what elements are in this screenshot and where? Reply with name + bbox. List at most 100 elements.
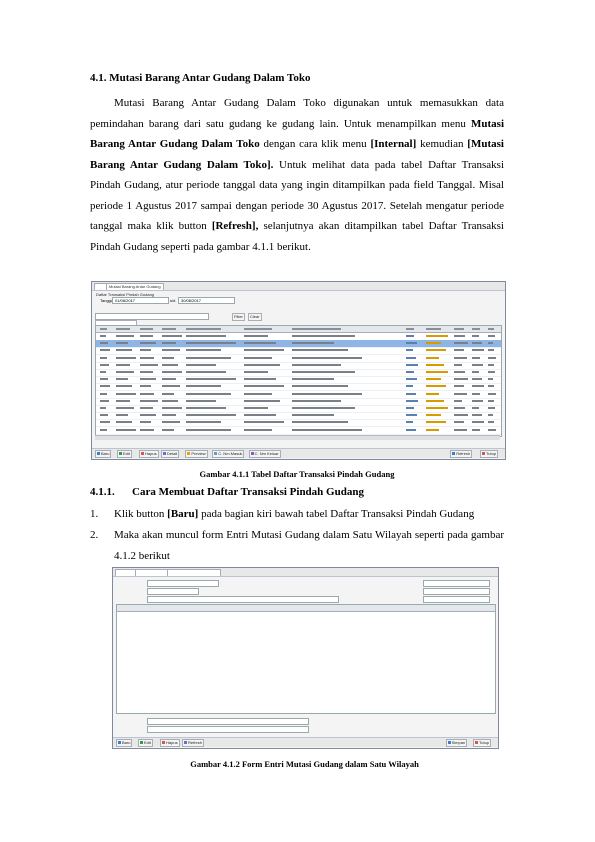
keterangan-field[interactable] xyxy=(147,596,339,603)
table-cell xyxy=(488,371,496,373)
search-field[interactable] xyxy=(95,313,209,320)
notes-field-2[interactable] xyxy=(147,726,309,733)
date-to-field[interactable]: 30/08/2017 xyxy=(178,297,235,304)
table-cell xyxy=(472,407,480,409)
table-cell xyxy=(454,428,467,431)
table-cell xyxy=(426,371,448,373)
table-cell xyxy=(406,399,418,402)
table-cell xyxy=(140,428,155,431)
no-transaksi-field[interactable] xyxy=(147,580,219,587)
table-row[interactable] xyxy=(96,427,501,435)
button-hapus[interactable]: Hapus xyxy=(160,739,180,747)
transaction-grid[interactable] xyxy=(95,325,502,437)
tab-mutasi[interactable]: Mutasi Barang Antar Gudang xyxy=(106,283,164,290)
button-icon xyxy=(184,741,187,745)
column-header[interactable] xyxy=(488,328,494,330)
tanggal-field[interactable] xyxy=(147,588,199,595)
table-cell xyxy=(162,335,182,337)
item-grid-header xyxy=(117,605,495,612)
table-cell xyxy=(244,407,268,409)
button-c-nm-masuk[interactable]: C. Nm Masuk xyxy=(212,450,245,458)
table-cell xyxy=(472,378,482,381)
table-cell xyxy=(140,421,151,424)
table-cell xyxy=(162,421,180,424)
table-cell xyxy=(406,371,415,373)
column-header[interactable] xyxy=(426,328,442,330)
column-header[interactable] xyxy=(454,328,464,330)
button-tutup[interactable]: Tutup xyxy=(473,739,492,747)
table-cell xyxy=(116,392,136,395)
button-baru[interactable]: Baru xyxy=(95,450,112,458)
figure-entry-form-screenshot: Baru Edit Hapus Refresh Tutup Simpan xyxy=(112,567,499,749)
table-cell xyxy=(406,378,417,381)
table-cell xyxy=(472,363,483,366)
column-header[interactable] xyxy=(162,328,176,330)
button-simpan[interactable]: Simpan xyxy=(445,739,468,747)
gudang-tujuan-field[interactable] xyxy=(423,588,490,595)
table-cell xyxy=(488,428,496,431)
table-cell xyxy=(162,356,174,359)
table-cell xyxy=(426,335,448,337)
column-header[interactable] xyxy=(244,328,272,330)
horizontal-scrollbar[interactable] xyxy=(95,435,500,440)
table-cell xyxy=(116,371,134,373)
table-cell xyxy=(116,385,132,388)
petugas-field[interactable] xyxy=(423,596,490,603)
button-c-nm-keluar[interactable]: C. Nm Keluar xyxy=(248,450,281,458)
button-preview[interactable]: Preview xyxy=(185,450,208,458)
clear-button[interactable]: Clear xyxy=(248,313,262,321)
button-icon xyxy=(97,452,100,456)
table-cell xyxy=(100,378,108,381)
subsection-title: 4.1.1. Cara Membuat Daftar Transaksi Pind… xyxy=(90,486,364,498)
button-baru[interactable]: Baru xyxy=(116,739,133,747)
table-cell xyxy=(488,378,493,381)
button-hapus[interactable]: Hapus xyxy=(139,450,159,458)
table-cell xyxy=(100,363,109,366)
tab-mutasi-2[interactable] xyxy=(167,569,221,576)
column-header[interactable] xyxy=(100,328,107,330)
paragraph-run: kemudian xyxy=(416,138,468,150)
figure-transaction-table-screenshot: Mutasi Barang Antar Gudang Daftar Transa… xyxy=(91,281,506,460)
button-refresh[interactable]: Refresh xyxy=(182,739,205,747)
table-cell xyxy=(162,407,182,409)
table-cell xyxy=(426,414,442,417)
table-cell xyxy=(426,363,444,366)
table-cell xyxy=(186,335,226,337)
table-cell xyxy=(472,385,484,388)
table-cell xyxy=(454,407,466,409)
column-header[interactable] xyxy=(116,328,130,330)
table-cell xyxy=(162,342,176,345)
table-cell xyxy=(472,342,482,345)
table-cell xyxy=(292,428,362,431)
button-icon xyxy=(163,452,166,456)
button-detail[interactable]: Detail xyxy=(161,450,180,458)
tab-form-entri[interactable] xyxy=(135,569,171,576)
table-cell xyxy=(244,356,272,359)
column-header[interactable] xyxy=(406,328,415,330)
table-cell xyxy=(100,428,107,431)
column-header[interactable] xyxy=(472,328,481,330)
table-cell xyxy=(162,428,174,431)
table-cell xyxy=(488,363,494,366)
item-grid[interactable] xyxy=(116,604,496,714)
notes-field-1[interactable] xyxy=(147,718,309,725)
table-cell xyxy=(488,399,494,402)
table-cell xyxy=(454,378,468,381)
table-cell xyxy=(100,407,106,409)
table-cell xyxy=(244,349,284,352)
column-header[interactable] xyxy=(186,328,221,330)
column-header[interactable] xyxy=(140,328,153,330)
button-tutup[interactable]: Tutup xyxy=(480,450,499,458)
table-cell xyxy=(292,342,334,345)
button-refresh[interactable]: Refresh xyxy=(450,450,473,458)
button-edit[interactable]: Edit xyxy=(138,739,153,747)
filter-button[interactable]: Filter xyxy=(232,313,245,321)
paragraph-run: Mutasi Barang Antar Gudang Dalam Toko di… xyxy=(90,97,504,130)
table-cell xyxy=(406,421,414,424)
column-header[interactable] xyxy=(292,328,341,330)
table-cell xyxy=(162,363,178,366)
table-cell xyxy=(292,421,348,424)
date-from-field[interactable]: 01/08/2017 xyxy=(112,297,169,304)
gudang-asal-field[interactable] xyxy=(423,580,490,587)
button-edit[interactable]: Edit xyxy=(117,450,132,458)
